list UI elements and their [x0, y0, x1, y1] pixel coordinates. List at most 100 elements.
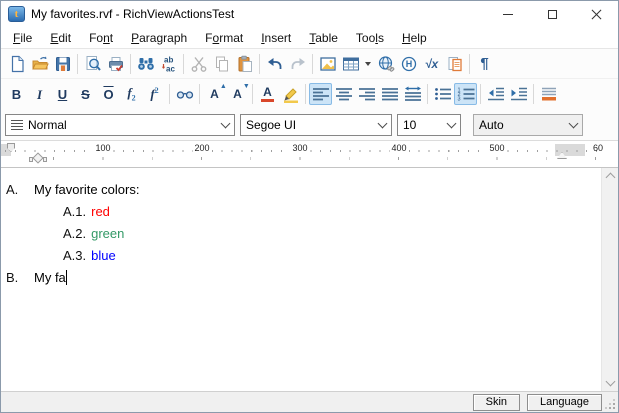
shrink-font-button[interactable]: A▼ — [226, 83, 249, 105]
underline-button[interactable]: U — [51, 83, 74, 105]
menu-table[interactable]: Table — [300, 29, 347, 47]
insert-horizontal-line-button[interactable]: H — [397, 53, 420, 75]
align-justify-button[interactable] — [378, 83, 401, 105]
document-area[interactable]: A.My favorite colors: A.1.red A.2.green … — [1, 168, 618, 391]
print-button[interactable] — [104, 53, 127, 75]
overline-button[interactable]: O — [97, 83, 120, 105]
ruler-label: 100 — [93, 143, 112, 153]
align-center-icon — [335, 87, 353, 101]
chevron-down-icon — [221, 118, 231, 128]
paragraph-shading-button[interactable] — [537, 83, 560, 105]
chevron-down-icon — [378, 118, 388, 128]
scroll-up-icon[interactable] — [606, 173, 616, 183]
numbered-list-button[interactable]: 123 — [454, 83, 477, 105]
insert-picture-icon — [319, 55, 337, 73]
insert-document-button[interactable] — [443, 53, 466, 75]
insert-picture-button[interactable] — [316, 53, 339, 75]
insert-hyperlink-button[interactable] — [374, 53, 397, 75]
cut-button[interactable] — [187, 53, 210, 75]
resize-grip[interactable] — [613, 407, 615, 409]
close-button[interactable] — [574, 1, 618, 27]
strikethrough-button[interactable]: S — [74, 83, 97, 105]
decrease-indent-button[interactable] — [484, 83, 507, 105]
font-color-button[interactable]: A — [256, 83, 279, 105]
separator — [77, 54, 78, 74]
subscript-button[interactable]: f2 — [120, 83, 143, 105]
combo-row: Normal Segoe UI 10 Auto — [1, 109, 618, 141]
align-center-button[interactable] — [332, 83, 355, 105]
hyperlink-globe-icon — [377, 55, 395, 73]
bold-button[interactable]: B — [5, 83, 28, 105]
replace-button[interactable]: abac — [157, 53, 180, 75]
insert-equation-button[interactable]: √x — [420, 53, 443, 75]
separator — [469, 54, 470, 74]
paragraph-marks-button[interactable]: ¶ — [473, 53, 496, 75]
paste-clipboard-icon — [236, 55, 254, 73]
separator — [259, 54, 260, 74]
increase-indent-button[interactable] — [507, 83, 530, 105]
style-combobox[interactable]: Normal — [5, 114, 235, 136]
paste-button[interactable] — [233, 53, 256, 75]
language-button[interactable]: Language — [527, 394, 602, 411]
find-button[interactable] — [134, 53, 157, 75]
pilcrow-icon: ¶ — [480, 55, 488, 72]
menu-insert[interactable]: Insert — [252, 29, 300, 47]
window-title: My favorites.rvf - RichViewActionsTest — [31, 7, 234, 21]
zoom-combobox[interactable]: Auto — [473, 114, 583, 136]
vertical-scrollbar[interactable] — [601, 168, 618, 391]
scroll-down-icon[interactable] — [606, 377, 616, 387]
grow-font-button[interactable]: A▲ — [203, 83, 226, 105]
maximize-icon — [548, 10, 557, 19]
app-icon: t — [8, 6, 25, 22]
undo-button[interactable] — [263, 53, 286, 75]
align-left-button[interactable] — [309, 83, 332, 105]
font-size-combobox[interactable]: 10 — [397, 114, 461, 136]
paragraph-style-icon — [11, 118, 23, 132]
open-button[interactable] — [28, 53, 51, 75]
menu-paragraph[interactable]: Paragraph — [122, 29, 196, 47]
separator — [305, 84, 306, 104]
highlight-button[interactable] — [279, 83, 302, 105]
doc-line: A.1.red — [63, 201, 618, 223]
left-indent-marker[interactable] — [29, 153, 47, 165]
title-bar: t My favorites.rvf - RichViewActionsTest — [1, 1, 618, 27]
menu-font[interactable]: Font — [80, 29, 122, 47]
menu-file[interactable]: File — [4, 29, 41, 47]
new-document-icon — [8, 55, 26, 73]
svg-text:H: H — [405, 59, 412, 69]
highlighter-icon — [282, 85, 300, 103]
save-button[interactable] — [51, 53, 74, 75]
document-content: A.My favorite colors: A.1.red A.2.green … — [1, 168, 618, 289]
redo-button[interactable] — [286, 53, 309, 75]
superscript-button[interactable]: f2 — [143, 83, 166, 105]
menu-help[interactable]: Help — [393, 29, 436, 47]
menu-tools[interactable]: Tools — [347, 29, 393, 47]
open-folder-icon — [31, 55, 49, 73]
chevron-down-icon — [569, 118, 579, 128]
maximize-button[interactable] — [530, 1, 574, 27]
print-preview-button[interactable] — [81, 53, 104, 75]
ruler-label: 300 — [290, 143, 309, 153]
new-document-button[interactable] — [5, 53, 28, 75]
align-right-button[interactable] — [355, 83, 378, 105]
skin-button[interactable]: Skin — [473, 394, 520, 411]
insert-table-dropdown[interactable] — [362, 53, 374, 75]
font-dialog-button[interactable] — [173, 83, 196, 105]
menu-format[interactable]: Format — [196, 29, 252, 47]
doc-text: blue — [91, 248, 116, 263]
undo-icon — [266, 55, 284, 73]
align-right-icon — [358, 87, 376, 101]
font-value: Segoe UI — [246, 118, 296, 132]
bullet-list-button[interactable] — [431, 83, 454, 105]
doc-text: green — [91, 226, 124, 241]
ruler-label: 60 — [591, 143, 605, 153]
font-combobox[interactable]: Segoe UI — [240, 114, 392, 136]
minimize-button[interactable] — [486, 1, 530, 27]
insert-table-button[interactable] — [339, 53, 362, 75]
menu-edit[interactable]: Edit — [41, 29, 80, 47]
italic-button[interactable]: I — [28, 83, 51, 105]
list-marker: A.3. — [63, 248, 86, 263]
copy-button[interactable] — [210, 53, 233, 75]
cut-scissors-icon — [190, 55, 208, 73]
justify-wide-button[interactable] — [401, 83, 424, 105]
